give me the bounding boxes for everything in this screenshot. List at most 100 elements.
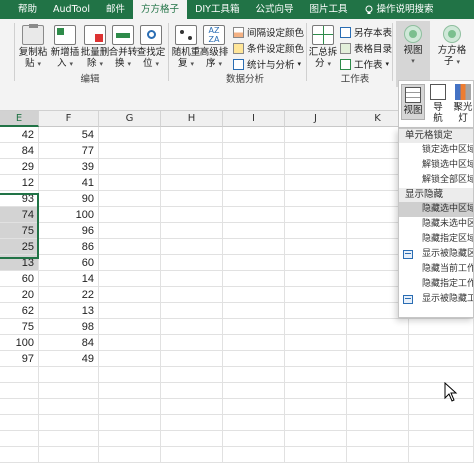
cell-empty[interactable] bbox=[223, 255, 285, 271]
cell-f[interactable] bbox=[39, 447, 99, 463]
cell-empty[interactable] bbox=[285, 127, 347, 143]
cell-empty[interactable] bbox=[99, 319, 161, 335]
cell-empty[interactable] bbox=[285, 351, 347, 367]
cell-empty[interactable] bbox=[161, 399, 223, 415]
cell-empty[interactable] bbox=[99, 335, 161, 351]
cell-e[interactable] bbox=[0, 447, 39, 463]
cell-f[interactable]: 84 bbox=[39, 335, 99, 351]
cell-empty[interactable] bbox=[285, 431, 347, 447]
cell-empty[interactable] bbox=[161, 191, 223, 207]
cell-empty[interactable] bbox=[285, 399, 347, 415]
cell-empty[interactable] bbox=[285, 207, 347, 223]
cell-e[interactable]: 74 bbox=[0, 207, 39, 223]
cell-empty[interactable] bbox=[285, 191, 347, 207]
cell-f[interactable]: 90 bbox=[39, 191, 99, 207]
cell-e[interactable]: 84 bbox=[0, 143, 39, 159]
cell-empty[interactable] bbox=[347, 367, 409, 383]
cell-empty[interactable] bbox=[223, 175, 285, 191]
cell-f[interactable] bbox=[39, 431, 99, 447]
cell-empty[interactable] bbox=[409, 335, 474, 351]
cell-e[interactable]: 97 bbox=[0, 351, 39, 367]
tab-picture-tools[interactable]: 图片工具 bbox=[302, 0, 356, 19]
cell-empty[interactable] bbox=[347, 399, 409, 415]
cell-empty[interactable] bbox=[99, 207, 161, 223]
cell-empty[interactable] bbox=[409, 351, 474, 367]
cell-empty[interactable] bbox=[161, 271, 223, 287]
cell-e[interactable] bbox=[0, 431, 39, 447]
cell-empty[interactable] bbox=[223, 319, 285, 335]
cell-f[interactable]: 41 bbox=[39, 175, 99, 191]
tab-diy-toolbox[interactable]: DIY工具箱 bbox=[187, 0, 247, 19]
menu-item-show-hidden-area[interactable]: 显示被隐藏区域 bbox=[399, 247, 473, 262]
cell-empty[interactable] bbox=[223, 399, 285, 415]
summary-split-button[interactable]: 汇总拆 分 ▾ bbox=[308, 25, 338, 70]
cell-empty[interactable] bbox=[409, 367, 474, 383]
menu-item-lock-selection[interactable]: 锁定选中区域 bbox=[399, 143, 473, 158]
cell-empty[interactable] bbox=[161, 287, 223, 303]
cell-e[interactable] bbox=[0, 367, 39, 383]
cell-e[interactable]: 29 bbox=[0, 159, 39, 175]
cell-empty[interactable] bbox=[347, 319, 409, 335]
cell-empty[interactable] bbox=[409, 383, 474, 399]
cell-empty[interactable] bbox=[99, 239, 161, 255]
menu-item-hide-current-sheet[interactable]: 隐藏当前工作表 bbox=[399, 262, 473, 277]
cell-e[interactable] bbox=[0, 415, 39, 431]
cell-empty[interactable] bbox=[99, 415, 161, 431]
new-insert-button[interactable]: 新增插 入 ▾ bbox=[50, 25, 80, 70]
menu-item-hide-selection[interactable]: 隐藏选中区域 bbox=[399, 202, 473, 217]
cell-e[interactable]: 62 bbox=[0, 303, 39, 319]
tab-fangfang[interactable]: 方方格子 bbox=[133, 0, 188, 19]
cell-empty[interactable] bbox=[285, 303, 347, 319]
random-repeat-button[interactable]: 随机重 复 ▾ bbox=[171, 25, 201, 70]
cell-empty[interactable] bbox=[285, 239, 347, 255]
cell-f[interactable]: 13 bbox=[39, 303, 99, 319]
cell-empty[interactable] bbox=[223, 335, 285, 351]
conditional-color-button[interactable]: 条件设定颜色 bbox=[233, 41, 304, 55]
cell-empty[interactable] bbox=[161, 415, 223, 431]
cell-e[interactable]: 13 bbox=[0, 255, 39, 271]
fangfang-button[interactable]: 方方格 子 ▾ bbox=[434, 25, 470, 68]
cell-empty[interactable] bbox=[161, 351, 223, 367]
cell-e[interactable]: 12 bbox=[0, 175, 39, 191]
cell-empty[interactable] bbox=[223, 159, 285, 175]
cell-empty[interactable] bbox=[223, 303, 285, 319]
cell-empty[interactable] bbox=[285, 383, 347, 399]
menu-item-hide-specified-sheet[interactable]: 隐藏指定工作表 bbox=[399, 277, 473, 292]
cell-empty[interactable] bbox=[161, 175, 223, 191]
advanced-sort-button[interactable]: AZ ZA 高级排 序 ▾ bbox=[199, 25, 229, 70]
column-header-i[interactable]: I bbox=[223, 111, 285, 127]
cell-e[interactable]: 25 bbox=[0, 239, 39, 255]
cell-empty[interactable] bbox=[285, 159, 347, 175]
cell-empty[interactable] bbox=[99, 191, 161, 207]
cell-empty[interactable] bbox=[223, 367, 285, 383]
cell-empty[interactable] bbox=[285, 223, 347, 239]
tab-mail[interactable]: 邮件 bbox=[98, 0, 133, 19]
cell-empty[interactable] bbox=[285, 335, 347, 351]
column-header-g[interactable]: G bbox=[99, 111, 161, 127]
table-catalog-button[interactable]: 表格目录 bbox=[340, 41, 392, 55]
cell-empty[interactable] bbox=[285, 255, 347, 271]
cell-empty[interactable] bbox=[347, 351, 409, 367]
cell-e[interactable]: 75 bbox=[0, 223, 39, 239]
cell-empty[interactable] bbox=[285, 271, 347, 287]
cell-f[interactable]: 14 bbox=[39, 271, 99, 287]
cell-empty[interactable] bbox=[285, 319, 347, 335]
cell-empty[interactable] bbox=[223, 431, 285, 447]
view-button[interactable]: 视图 ▾ bbox=[396, 21, 430, 87]
tab-audtool[interactable]: AudTool bbox=[45, 0, 98, 19]
copy-paste-button[interactable]: 复制粘 贴 ▾ bbox=[18, 24, 48, 70]
cell-empty[interactable] bbox=[161, 159, 223, 175]
cell-empty[interactable] bbox=[161, 207, 223, 223]
cell-e[interactable] bbox=[0, 399, 39, 415]
cell-empty[interactable] bbox=[99, 127, 161, 143]
save-table-button[interactable]: 另存本表 bbox=[340, 25, 392, 39]
cell-empty[interactable] bbox=[347, 415, 409, 431]
cell-empty[interactable] bbox=[99, 223, 161, 239]
cell-empty[interactable] bbox=[99, 175, 161, 191]
find-locate-button[interactable]: 查找定 位 ▾ bbox=[136, 25, 166, 70]
stats-analysis-button[interactable]: 统计与分析 ▾ bbox=[233, 57, 301, 71]
menu-item-hide-specified[interactable]: 隐藏指定区域 bbox=[399, 232, 473, 247]
cell-empty[interactable] bbox=[161, 303, 223, 319]
navigation-button[interactable]: 导 航 bbox=[427, 84, 449, 124]
column-header-f[interactable]: F bbox=[39, 111, 99, 127]
